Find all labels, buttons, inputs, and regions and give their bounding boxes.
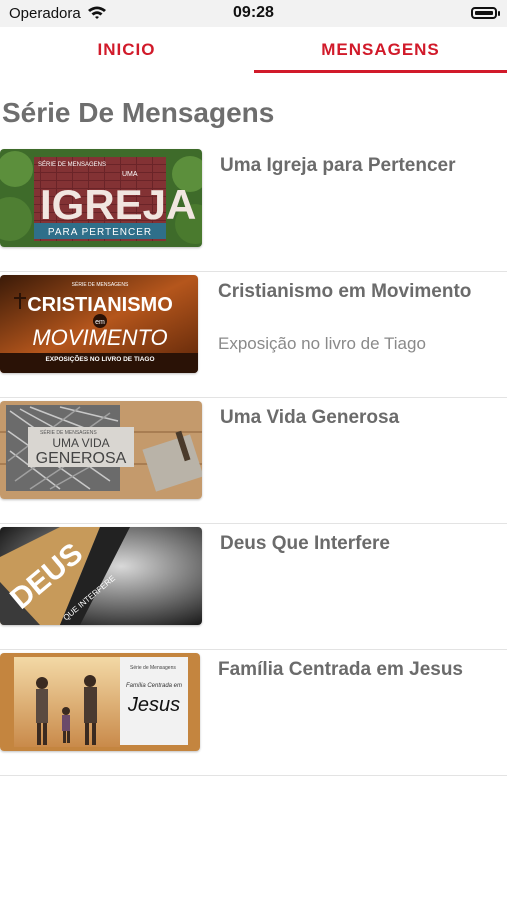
tab-inicio[interactable]: INICIO: [0, 27, 253, 73]
battery-icon: [471, 7, 497, 19]
series-thumbnail[interactable]: SÉRIE DE MENSAGENS CRISTIANISMO em MOVIM…: [0, 275, 198, 373]
series-title: Uma Vida Generosa: [220, 407, 400, 428]
series-title: Uma Igreja para Pertencer: [220, 155, 456, 176]
series-thumbnail[interactable]: DEUS QUE INTERFERE: [0, 527, 202, 625]
series-thumbnail[interactable]: Série de Mensagens Família Centrada em J…: [0, 653, 200, 751]
list-item[interactable]: SÉRIE DE MENSAGENS UMA IGREJA PARA PERTE…: [0, 146, 507, 272]
thumb-big-text: CRISTIANISMO: [27, 294, 173, 316]
status-bar: Operadora 09:28: [0, 0, 507, 27]
series-thumbnail[interactable]: SÉRIE DE MENSAGENS UMA VIDA GENEROSA: [0, 401, 202, 499]
thumb-line1-text: UMA VIDA: [52, 436, 109, 450]
thumb-small-text: UMA: [122, 171, 138, 178]
series-title: Deus Que Interfere: [220, 533, 390, 554]
series-title: Cristianismo em Movimento: [218, 281, 472, 302]
thumb-top-text: Série de Mensagens: [130, 665, 176, 671]
thumb-top-text: SÉRIE DE MENSAGENS: [72, 281, 129, 288]
battery-cap: [498, 11, 500, 16]
list-item[interactable]: SÉRIE DE MENSAGENS UMA VIDA GENEROSA Uma…: [0, 398, 507, 524]
series-list: SÉRIE DE MENSAGENS UMA IGREJA PARA PERTE…: [0, 146, 507, 776]
list-item[interactable]: SÉRIE DE MENSAGENS CRISTIANISMO em MOVIM…: [0, 272, 507, 398]
active-tab-indicator: [254, 70, 507, 73]
list-item[interactable]: DEUS QUE INTERFERE Deus Que Interfere: [0, 524, 507, 650]
list-item[interactable]: Série de Mensagens Família Centrada em J…: [0, 650, 507, 776]
thumb-line2-text: Jesus: [127, 694, 180, 716]
thumb-line2-text: GENEROSA: [36, 450, 127, 467]
tab-mensagens[interactable]: MENSAGENS: [254, 27, 507, 73]
thumb-bottom-text: EXPOSIÇÕES NO LIVRO DE TIAGO: [45, 354, 154, 363]
series-title: Família Centrada em Jesus: [218, 659, 463, 680]
series-subtitle: Exposição no livro de Tiago: [218, 334, 426, 353]
thumb-big-text: IGREJA: [40, 181, 196, 228]
section-title: Série De Mensagens: [2, 97, 275, 128]
thumb-big-text-2: MOVIMENTO: [32, 325, 167, 350]
thumb-bottom-text: PARA PERTENCER: [48, 227, 152, 238]
status-time: 09:28: [233, 4, 274, 21]
series-thumbnail[interactable]: SÉRIE DE MENSAGENS UMA IGREJA PARA PERTE…: [0, 149, 202, 247]
thumb-top-text: SÉRIE DE MENSAGENS: [40, 429, 97, 436]
tab-bar: INICIO MENSAGENS: [0, 27, 507, 75]
thumb-top-text: SÉRIE DE MENSAGENS: [38, 161, 106, 168]
thumb-line1-text: Família Centrada em: [126, 683, 182, 689]
